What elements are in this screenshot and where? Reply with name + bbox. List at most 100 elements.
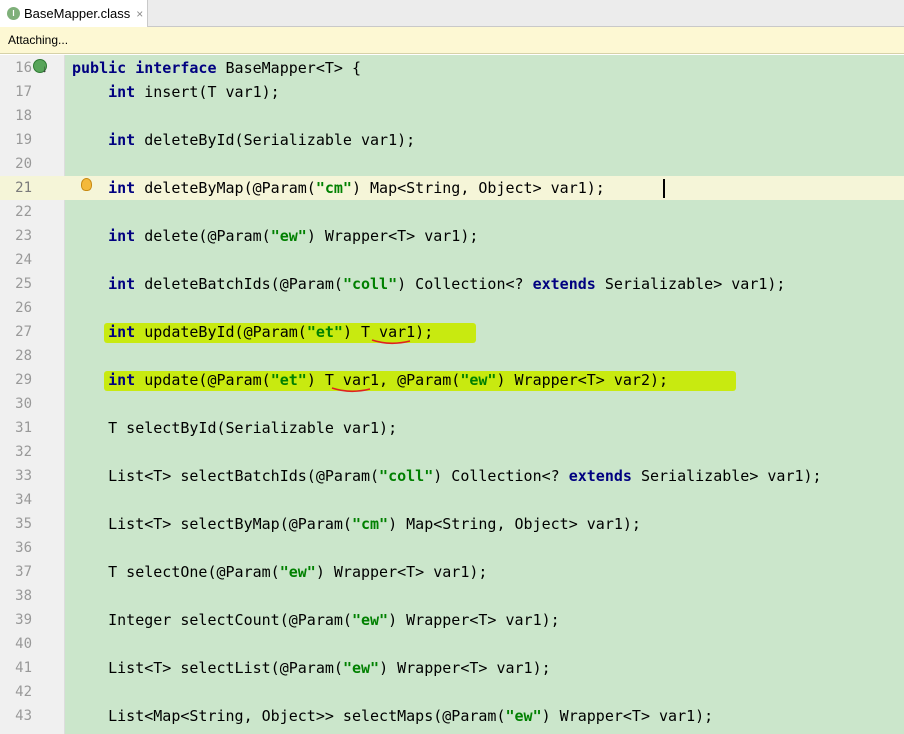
spelling-underline xyxy=(371,339,411,345)
line-number: 20 xyxy=(15,156,32,172)
code-text[interactable]: int deleteByMap(@Param("cm") Map<String,… xyxy=(72,176,605,200)
code-line: 17 int insert(T var1); xyxy=(0,80,904,104)
editor-tab-bar: I BaseMapper.class × xyxy=(0,0,904,27)
code-text[interactable]: public interface BaseMapper<T> { xyxy=(72,56,361,80)
code-token: update(@Param( xyxy=(135,371,271,389)
line-number: 29 xyxy=(15,372,32,388)
close-icon[interactable]: × xyxy=(136,7,143,21)
code-token: Serializable> var1); xyxy=(595,275,786,293)
line-number: 42 xyxy=(15,684,32,700)
string-token: "et" xyxy=(270,371,307,389)
code-line: 22 xyxy=(0,200,904,224)
code-line: 38 xyxy=(0,584,904,608)
lightbulb-icon[interactable] xyxy=(81,178,92,191)
code-token: ) Map<String, Object> var1); xyxy=(388,515,641,533)
code-token: ) Wrapper<T> var1); xyxy=(541,707,714,725)
string-token: "ew" xyxy=(342,659,380,677)
code-token: ) Wrapper<T> var1); xyxy=(379,659,551,677)
line-number: 23 xyxy=(15,228,32,244)
code-line: 23 int delete(@Param("ew") Wrapper<T> va… xyxy=(0,224,904,248)
code-token: insert(T var1); xyxy=(135,83,280,101)
code-token: List<T> selectByMap(@Param( xyxy=(72,515,352,533)
line-number: 28 xyxy=(15,348,32,364)
code-token: ) Collection<? xyxy=(433,467,569,485)
keyword-token: int xyxy=(108,323,136,341)
code-text[interactable]: List<T> selectList(@Param("ew") Wrapper<… xyxy=(72,656,551,680)
code-text[interactable]: int delete(@Param("ew") Wrapper<T> var1)… xyxy=(72,224,478,248)
code-line: 20 xyxy=(0,152,904,176)
line-number: 17 xyxy=(15,84,32,100)
code-line: 31 T selectById(Serializable var1); xyxy=(0,416,904,440)
tab-title: BaseMapper.class xyxy=(24,6,131,21)
code-line: 40 xyxy=(0,632,904,656)
code-line: 43 List<Map<String, Object>> selectMaps(… xyxy=(0,704,904,728)
code-line: 16 public interface BaseMapper<T> { xyxy=(0,56,904,80)
code-token: updateById(@Param( xyxy=(135,323,307,341)
code-text[interactable]: int deleteBatchIds(@Param("coll") Collec… xyxy=(72,272,785,296)
string-token: "ew" xyxy=(279,563,316,581)
keyword-token: extends xyxy=(532,275,596,293)
string-token: "et" xyxy=(306,323,343,341)
code-token: ) Map<String, Object> var1); xyxy=(351,179,605,197)
code-text[interactable]: T selectById(Serializable var1); xyxy=(72,416,397,440)
code-line: 34 xyxy=(0,488,904,512)
interface-icon: I xyxy=(7,7,20,20)
keyword-token: int xyxy=(108,275,136,293)
attaching-notice: Attaching... xyxy=(0,27,904,54)
code-token: List<Map<String, Object>> selectMaps(@Pa… xyxy=(72,707,506,725)
keyword-token: int xyxy=(108,227,136,245)
tab-basemapper-class[interactable]: I BaseMapper.class × xyxy=(0,0,148,27)
code-line: 30 xyxy=(0,392,904,416)
line-number: 37 xyxy=(15,564,32,580)
string-token: "cm" xyxy=(315,179,352,197)
code-token: ) Wrapper<T> var1); xyxy=(388,611,560,629)
text-caret xyxy=(663,179,665,198)
code-line: 28 xyxy=(0,344,904,368)
line-number: 43 xyxy=(15,708,32,724)
code-token: ) Wrapper<T> var1); xyxy=(315,563,488,581)
code-text[interactable]: Integer selectCount(@Param("ew") Wrapper… xyxy=(72,608,560,632)
line-number: 16 xyxy=(15,60,32,76)
line-number: 24 xyxy=(15,252,32,268)
code-token: deleteBatchIds(@Param( xyxy=(135,275,343,293)
code-token: Serializable> var1); xyxy=(631,467,822,485)
line-number: 22 xyxy=(15,204,32,220)
code-token: ) Collection<? xyxy=(397,275,533,293)
code-token: List<T> selectList(@Param( xyxy=(72,659,343,677)
keyword-token: int xyxy=(108,83,136,101)
code-line: 26 xyxy=(0,296,904,320)
code-line: 36 xyxy=(0,536,904,560)
code-text[interactable]: List<Map<String, Object>> selectMaps(@Pa… xyxy=(72,704,713,728)
code-line: 39 Integer selectCount(@Param("ew") Wrap… xyxy=(0,608,904,632)
line-number: 39 xyxy=(15,612,32,628)
code-line: 41 List<T> selectList(@Param("ew") Wrapp… xyxy=(0,656,904,680)
line-number: 36 xyxy=(15,540,32,556)
string-token: "ew" xyxy=(505,707,542,725)
code-text[interactable]: List<T> selectByMap(@Param("cm") Map<Str… xyxy=(72,512,641,536)
line-number: 27 xyxy=(15,324,32,340)
code-text[interactable]: T selectOne(@Param("ew") Wrapper<T> var1… xyxy=(72,560,487,584)
code-token: delete(@Param( xyxy=(135,227,271,245)
string-token: "ew" xyxy=(460,371,497,389)
keyword-token: int xyxy=(108,179,136,197)
code-token: T selectOne(@Param( xyxy=(72,563,280,581)
code-text[interactable]: int deleteById(Serializable var1); xyxy=(72,128,415,152)
code-token: BaseMapper<T> { xyxy=(216,59,361,77)
line-number: 19 xyxy=(15,132,32,148)
code-line: 25 int deleteBatchIds(@Param("coll") Col… xyxy=(0,272,904,296)
code-line: 32 xyxy=(0,440,904,464)
code-token: List<T> selectBatchIds(@Param( xyxy=(72,467,380,485)
line-number: 26 xyxy=(15,300,32,316)
line-number: 40 xyxy=(15,636,32,652)
code-token: ) Wrapper<T> var1); xyxy=(306,227,479,245)
code-text[interactable]: int insert(T var1); xyxy=(72,80,280,104)
line-number: 21 xyxy=(15,180,32,196)
keyword-token: public xyxy=(72,59,127,77)
keyword-token: interface xyxy=(135,59,217,77)
string-token: "cm" xyxy=(351,515,389,533)
code-token: ) Wrapper<T> var2); xyxy=(496,371,669,389)
code-text[interactable]: List<T> selectBatchIds(@Param("coll") Co… xyxy=(72,464,822,488)
